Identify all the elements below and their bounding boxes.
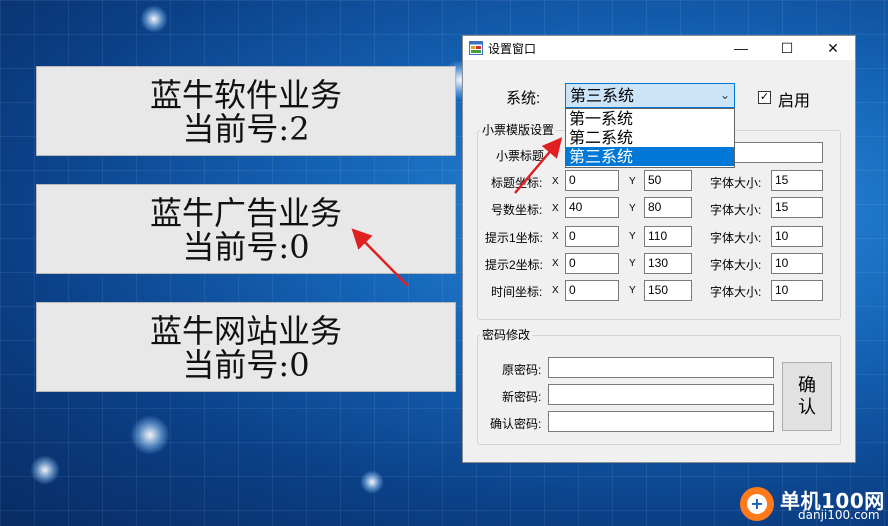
- enable-checkbox[interactable]: ✓: [758, 91, 771, 104]
- y-label: Y: [629, 203, 636, 214]
- confirm-button-line1: 确: [798, 375, 816, 396]
- confirm-button-line2: 认: [798, 397, 816, 418]
- chevron-down-icon[interactable]: ⌄: [720, 84, 730, 107]
- y-label: Y: [629, 176, 636, 187]
- font-size-label: 字体大小:: [710, 258, 762, 272]
- watermark: + 单机100网 danji100.com: [740, 483, 885, 523]
- y-label: Y: [629, 285, 636, 296]
- ticket-title-label: 小票标题: [496, 149, 545, 163]
- window-title: 设置窗口: [488, 42, 537, 56]
- font-size-input[interactable]: 15: [771, 170, 823, 191]
- row-label: 标题坐标:: [491, 176, 543, 190]
- row-label: 提示2坐标:: [485, 258, 544, 272]
- y-label: Y: [629, 231, 636, 242]
- confirm-button[interactable]: 确 认: [782, 362, 832, 431]
- font-size-input[interactable]: 10: [771, 253, 823, 274]
- x-label: X: [552, 258, 559, 269]
- confirm-password-label: 确认密码:: [490, 417, 542, 431]
- y-input[interactable]: 50: [644, 170, 692, 191]
- business-name: 蓝牛网站业务: [149, 312, 342, 350]
- enable-label: 启用: [778, 93, 811, 110]
- password-group-title: 密码修改: [480, 326, 533, 343]
- x-input[interactable]: 0: [565, 253, 619, 274]
- background-light-4: [30, 455, 60, 485]
- close-button[interactable]: ✕: [813, 36, 853, 60]
- system-select[interactable]: 第三系统 ⌄: [565, 83, 735, 108]
- new-password-input[interactable]: [548, 384, 774, 405]
- new-password-label: 新密码:: [502, 390, 542, 404]
- minimize-button[interactable]: —: [721, 36, 761, 60]
- y-input[interactable]: 110: [644, 226, 692, 247]
- x-input[interactable]: 0: [565, 170, 619, 191]
- row-label: 号数坐标:: [491, 203, 543, 217]
- x-label: X: [552, 176, 559, 187]
- font-size-label: 字体大小:: [710, 231, 762, 245]
- business-panel-website[interactable]: 蓝牛网站业务 当前号:0: [36, 302, 456, 392]
- x-label: X: [552, 203, 559, 214]
- business-panel-software[interactable]: 蓝牛软件业务 当前号:2: [36, 66, 456, 156]
- app-form-icon: [469, 41, 483, 55]
- row-label: 提示1坐标:: [485, 231, 544, 245]
- dropdown-option-2[interactable]: 第二系统: [566, 128, 734, 147]
- x-input[interactable]: 0: [565, 280, 619, 301]
- background-light-3: [130, 415, 170, 455]
- checkmark-icon: ✓: [759, 91, 770, 103]
- font-size-input[interactable]: 10: [771, 226, 823, 247]
- ticket-group-title: 小票模版设置: [480, 121, 557, 138]
- x-label: X: [552, 231, 559, 242]
- watermark-logo-icon: +: [740, 487, 774, 521]
- business-name: 蓝牛广告业务: [149, 194, 342, 232]
- font-size-label: 字体大小:: [710, 203, 762, 217]
- business-name: 蓝牛软件业务: [149, 76, 342, 114]
- dropdown-option-1[interactable]: 第一系统: [566, 109, 734, 128]
- row-label: 时间坐标:: [491, 285, 543, 299]
- system-select-value: 第三系统: [570, 86, 635, 105]
- confirm-password-input[interactable]: [548, 411, 774, 432]
- ticket-title-input[interactable]: [729, 142, 823, 163]
- font-size-label: 字体大小:: [710, 285, 762, 299]
- current-number: 当前号:0: [182, 346, 310, 384]
- watermark-url: danji100.com: [798, 508, 880, 522]
- x-input[interactable]: 40: [565, 197, 619, 218]
- font-size-input[interactable]: 15: [771, 197, 823, 218]
- x-input[interactable]: 0: [565, 226, 619, 247]
- dropdown-option-3[interactable]: 第三系统: [566, 147, 734, 166]
- system-label: 系统:: [506, 90, 541, 107]
- current-number: 当前号:0: [182, 228, 310, 266]
- font-size-input[interactable]: 10: [771, 280, 823, 301]
- system-dropdown-list: 第一系统 第二系统 第三系统: [565, 108, 735, 168]
- settings-window: 设置窗口 — ☐ ✕ 系统: 第三系统 ⌄ 第一系统 第二系统 第三系统 ✓ 启…: [462, 35, 856, 463]
- background-light-5: [140, 5, 168, 33]
- old-password-input[interactable]: [548, 357, 774, 378]
- x-label: X: [552, 285, 559, 296]
- y-input[interactable]: 130: [644, 253, 692, 274]
- old-password-label: 原密码:: [502, 363, 542, 377]
- y-input[interactable]: 80: [644, 197, 692, 218]
- business-panel-advertising[interactable]: 蓝牛广告业务 当前号:0: [36, 184, 456, 274]
- title-bar[interactable]: 设置窗口 — ☐ ✕: [463, 36, 855, 60]
- y-label: Y: [629, 258, 636, 269]
- maximize-button[interactable]: ☐: [767, 36, 807, 60]
- font-size-label: 字体大小:: [710, 176, 762, 190]
- current-number: 当前号:2: [182, 110, 310, 148]
- background-light-6: [360, 470, 384, 494]
- y-input[interactable]: 150: [644, 280, 692, 301]
- watermark-logo-glyph: +: [747, 494, 767, 514]
